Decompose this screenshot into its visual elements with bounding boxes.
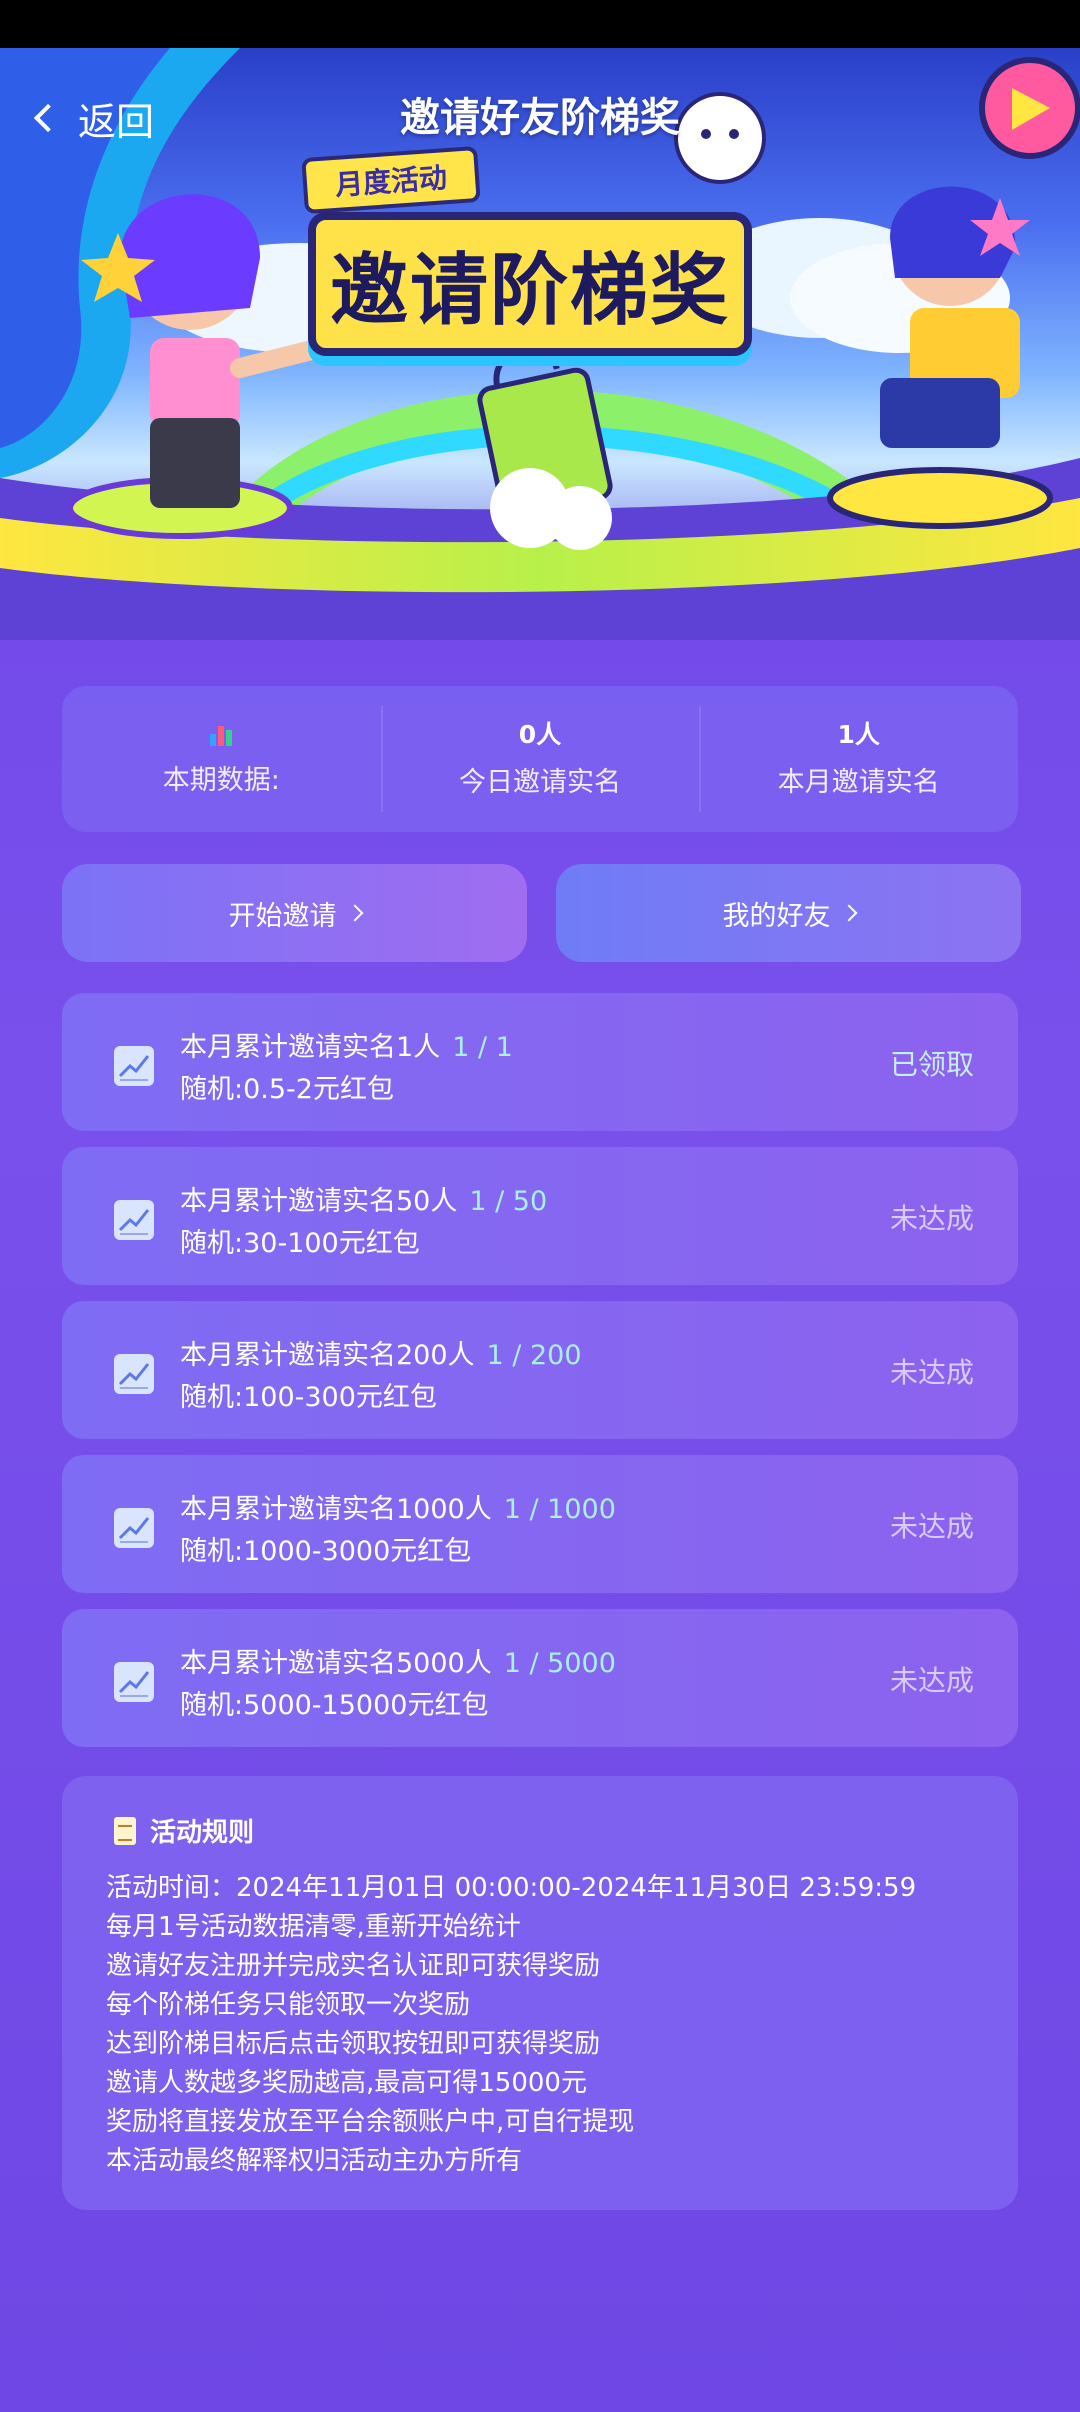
- rule-line: 邀请好友注册并完成实名认证即可获得奖励: [106, 1951, 601, 1981]
- stats-period: 本期数据:: [62, 686, 381, 832]
- stats-today: 0人 今日邀请实名: [380, 686, 700, 832]
- start-invite-label: 开始邀请: [228, 900, 337, 932]
- rules-panel: 活动规则 活动时间：2024年11月01日 00:00:00-2024年11月3…: [62, 1776, 1018, 2210]
- tier-card[interactable]: 本月累计邀请实名5000人 1 / 5000 随机:5000-15000元红包 未…: [62, 1609, 1018, 1747]
- tier-status[interactable]: 已领取: [890, 1043, 974, 1083]
- tier-reward: 随机:5000-15000元红包: [180, 1690, 489, 1721]
- chevron-right-icon: [346, 904, 363, 922]
- tier-card[interactable]: 本月累计邀请实名50人 1 / 50 随机:30-100元红包 未达成: [62, 1147, 1018, 1285]
- banner-headline-text: 邀请阶梯奖: [329, 246, 730, 336]
- rule-line: 邀请人数越多奖励越高,最高可得15000元: [106, 2068, 587, 2098]
- tier-progress: 1 / 1: [452, 1032, 513, 1063]
- trend-chart-icon: [114, 1662, 154, 1702]
- rule-line: 每个阶梯任务只能领取一次奖励: [106, 1990, 471, 2020]
- tier-progress: 1 / 5000: [503, 1648, 616, 1679]
- tier-reward: 随机:0.5-2元红包: [180, 1074, 394, 1105]
- chevron-right-icon: [840, 904, 857, 922]
- tier-title: 本月累计邀请实名50人: [180, 1186, 458, 1217]
- tier-reward: 随机:30-100元红包: [180, 1228, 420, 1259]
- stats-period-label: 本期数据:: [162, 764, 280, 796]
- rules-header: 活动规则: [114, 1812, 974, 1849]
- my-friends-label: 我的好友: [722, 900, 831, 932]
- trend-chart-icon: [114, 1508, 154, 1548]
- status-bar: [0, 0, 1080, 48]
- tier-card[interactable]: 本月累计邀请实名1000人 1 / 1000 随机:1000-3000元红包 未达…: [62, 1455, 1018, 1593]
- rule-line: 达到阶梯目标后点击领取按钮即可获得奖励: [106, 2029, 601, 2059]
- rule-line: 每月1号活动数据清零,重新开始统计: [106, 1912, 521, 1942]
- tier-reward: 随机:100-300元红包: [180, 1382, 437, 1413]
- today-invite-count: 0人: [518, 719, 562, 749]
- tier-title: 本月累计邀请实名1人: [180, 1032, 441, 1063]
- tier-title: 本月累计邀请实名200人: [180, 1340, 475, 1371]
- tier-card[interactable]: 本月累计邀请实名1人 1 / 1 随机:0.5-2元红包 已领取: [62, 993, 1018, 1131]
- rules-title: 活动规则: [150, 1818, 255, 1848]
- month-invite-count: 1人: [837, 719, 880, 749]
- document-icon: [114, 1816, 136, 1845]
- tier-title: 本月累计邀请实名1000人: [180, 1494, 492, 1525]
- stats-panel: 本期数据: 0人 今日邀请实名 1人 本月邀请实名: [62, 686, 1018, 832]
- tier-reward: 随机:1000-3000元红包: [180, 1536, 472, 1567]
- trend-chart-icon: [114, 1200, 154, 1240]
- tier-status[interactable]: 未达成: [890, 1351, 974, 1391]
- trend-chart-icon: [114, 1046, 154, 1086]
- bar-chart-icon: [208, 722, 234, 748]
- tier-status[interactable]: 未达成: [890, 1659, 974, 1699]
- banner: 返回 邀请好友阶梯奖 月度活动 邀请阶梯奖: [0, 48, 1080, 640]
- tier-card[interactable]: 本月累计邀请实名200人 1 / 200 随机:100-300元红包 未达成: [62, 1301, 1018, 1439]
- rule-line: 本活动最终解释权归活动主办方所有: [106, 2146, 523, 2176]
- trend-chart-icon: [114, 1354, 154, 1394]
- tier-progress: 1 / 1000: [503, 1494, 616, 1525]
- rule-line: 奖励将直接发放至平台余额账户中,可自行提现: [106, 2107, 635, 2137]
- month-invite-label: 本月邀请实名: [777, 766, 940, 798]
- rule-line: 活动时间：2024年11月01日 00:00:00-2024年11月30日 23…: [106, 1873, 917, 1903]
- my-friends-button[interactable]: 我的好友: [556, 864, 1021, 962]
- page-title: 邀请好友阶梯奖: [400, 95, 680, 141]
- tier-title: 本月累计邀请实名5000人: [180, 1648, 492, 1679]
- today-invite-label: 今日邀请实名: [459, 766, 621, 798]
- start-invite-button[interactable]: 开始邀请: [62, 864, 527, 962]
- tier-progress: 1 / 200: [486, 1340, 582, 1371]
- tier-status[interactable]: 未达成: [890, 1197, 974, 1237]
- tier-progress: 1 / 50: [469, 1186, 548, 1217]
- banner-headline: 邀请阶梯奖: [308, 212, 752, 356]
- tier-status[interactable]: 未达成: [890, 1505, 974, 1545]
- stats-month: 1人 本月邀请实名: [699, 686, 1018, 832]
